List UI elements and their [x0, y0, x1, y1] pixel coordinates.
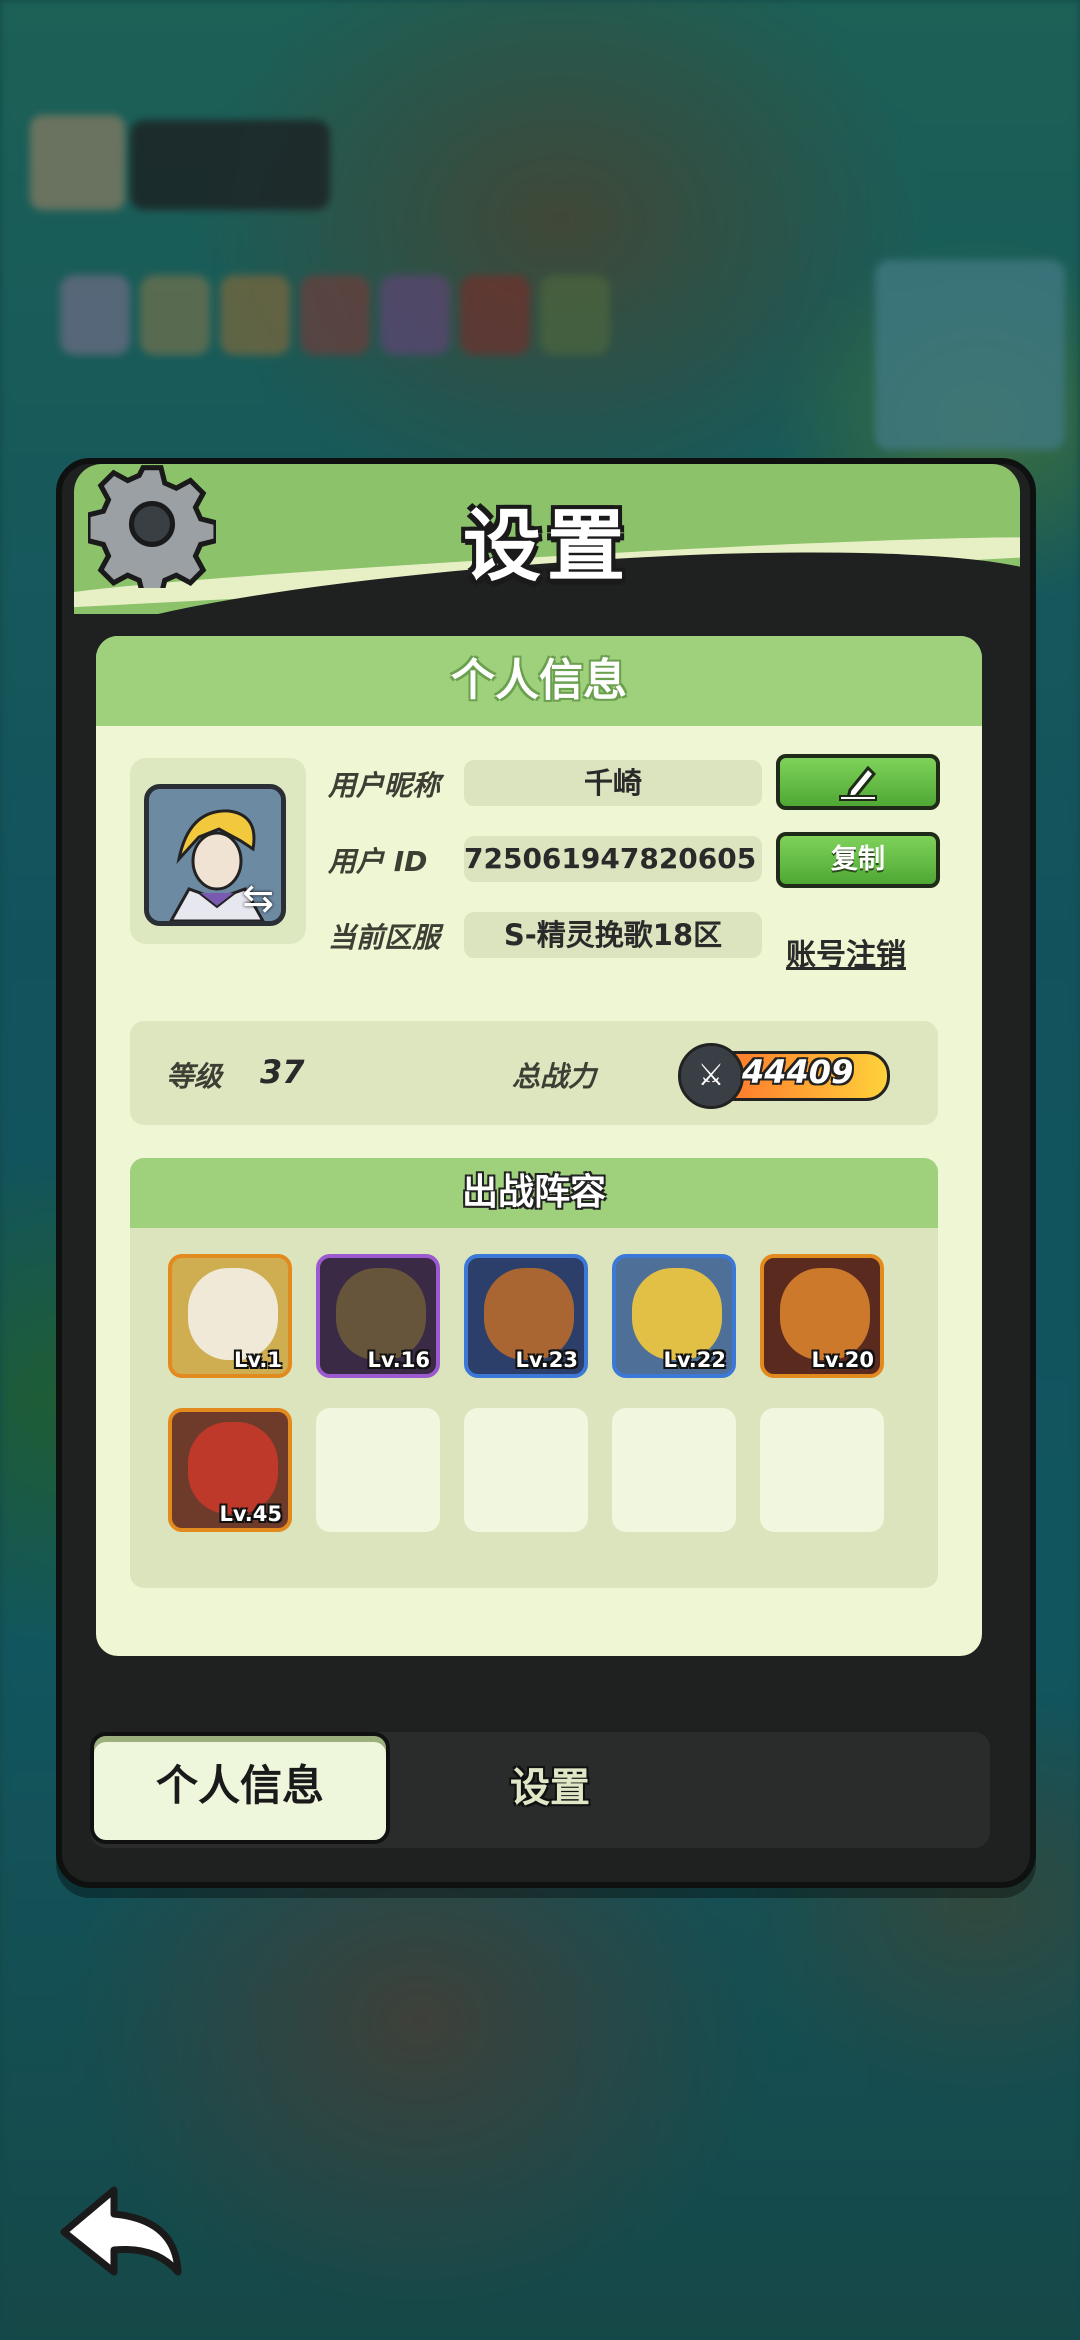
- hero-slot[interactable]: Lv.22: [612, 1254, 736, 1378]
- copy-button[interactable]: 复制: [776, 832, 940, 888]
- hero-slot[interactable]: Lv.1: [168, 1254, 292, 1378]
- tab-bar: 个人信息 设置: [90, 1732, 990, 1848]
- hero-level: Lv.23: [515, 1348, 578, 1372]
- crossed-swords-icon: ⚔: [678, 1043, 744, 1109]
- server-field: S-精灵挽歌18区: [464, 912, 762, 958]
- power-label: 总战力: [512, 1060, 597, 1093]
- uid-field: 725061947820605 67: [464, 836, 762, 882]
- hero-level: Lv.1: [234, 1348, 282, 1372]
- hero-slot[interactable]: Lv.16: [316, 1254, 440, 1378]
- nickname-label: 用户昵称: [328, 769, 441, 802]
- hero-level: Lv.22: [663, 1348, 726, 1372]
- stats-row: 等级 37 总战力 ⚔ 44409: [130, 1021, 938, 1125]
- hero-slot[interactable]: Lv.23: [464, 1254, 588, 1378]
- hero-level: Lv.20: [811, 1348, 874, 1372]
- profile-card-header: 个人信息: [96, 636, 982, 726]
- profile-card: 个人信息 ⇆ 用户昵称 千崎 用户 ID 725061947820605 67 …: [96, 636, 982, 1656]
- empty-hero-slot[interactable]: [760, 1408, 884, 1532]
- edit-nickname-button[interactable]: [776, 754, 940, 810]
- nickname-field: 千崎: [464, 760, 762, 806]
- lineup-title: 出战阵容: [130, 1158, 938, 1228]
- battle-lineup: 出战阵容 Lv.1 Lv.16 Lv.23 Lv.22 Lv.20 Lv.45: [130, 1158, 938, 1588]
- empty-hero-slot[interactable]: [464, 1408, 588, 1532]
- hero-slot[interactable]: Lv.45: [168, 1408, 292, 1532]
- hero-slot[interactable]: Lv.20: [760, 1254, 884, 1378]
- hero-level: Lv.45: [219, 1502, 282, 1526]
- uid-label: 用户 ID: [328, 845, 428, 878]
- avatar-container[interactable]: ⇆: [130, 758, 306, 944]
- account-deletion-link[interactable]: 账号注销: [786, 930, 906, 974]
- avatar[interactable]: ⇆: [144, 784, 286, 926]
- hero-level: Lv.16: [367, 1348, 430, 1372]
- gear-icon: [88, 465, 216, 588]
- back-arrow-icon[interactable]: [56, 2180, 196, 2280]
- profile-card-title: 个人信息: [451, 655, 627, 706]
- pencil-icon: [839, 765, 877, 801]
- switch-avatar-icon[interactable]: ⇆: [235, 875, 281, 921]
- empty-hero-slot[interactable]: [316, 1408, 440, 1532]
- empty-hero-slot[interactable]: [612, 1408, 736, 1532]
- server-label: 当前区服: [328, 921, 441, 954]
- tab-profile[interactable]: 个人信息: [90, 1732, 390, 1844]
- tab-settings[interactable]: 设置: [420, 1732, 680, 1844]
- level-value: 37: [260, 1053, 305, 1091]
- power-badge: ⚔ 44409: [678, 1041, 906, 1109]
- level-label: 等级: [166, 1060, 223, 1093]
- power-value: 44409: [742, 1053, 854, 1091]
